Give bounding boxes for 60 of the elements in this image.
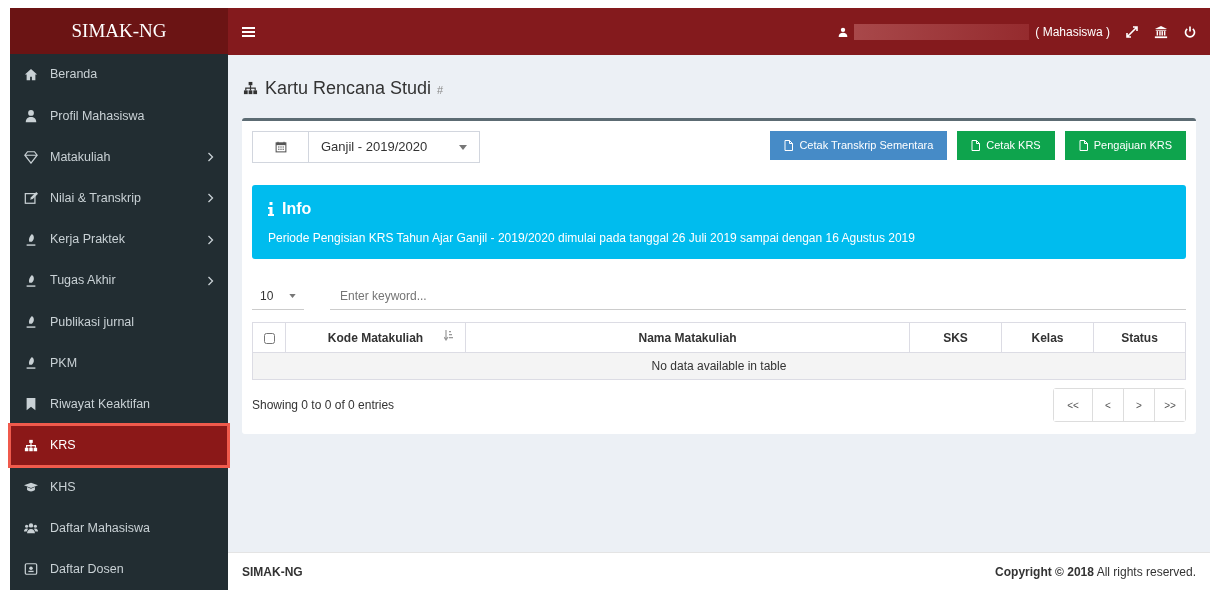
alert-title: Info: [282, 199, 312, 219]
file-icon: [784, 140, 794, 151]
sidebar-item[interactable]: Daftar Mahasiswa: [10, 507, 228, 549]
users-icon: [24, 521, 38, 536]
sidebar-item[interactable]: Profil Mahasiswa: [10, 95, 228, 137]
sidebar-item[interactable]: Tugas Akhir: [10, 260, 228, 302]
sidebar-item[interactable]: Nilai & Transkrip: [10, 177, 228, 219]
column-header[interactable]: SKS: [909, 322, 1002, 353]
sitemap-icon: [24, 438, 38, 453]
power-icon: [1184, 25, 1196, 38]
empty-table-message: No data available in table: [252, 352, 1186, 380]
page-title: Kartu Rencana Studi: [265, 77, 432, 100]
page-subtitle: #: [437, 83, 444, 99]
pagination-button[interactable]: >>: [1154, 389, 1185, 421]
sidebar-item[interactable]: Kerja Praktek: [10, 219, 228, 261]
caret-down-icon: [459, 144, 467, 150]
sidebar-item[interactable]: KRS: [10, 425, 228, 467]
select-all-checkbox[interactable]: [263, 332, 275, 344]
expand-icon: [1126, 25, 1138, 38]
user-icon: [838, 25, 849, 38]
pen-icon: [24, 315, 38, 330]
entries-summary: Showing 0 to 0 of 0 entries: [252, 397, 395, 414]
sidebar-item[interactable]: Riwayat Keaktifan: [10, 383, 228, 426]
diamond-icon: [24, 150, 38, 165]
file-icon: [971, 140, 981, 151]
column-header[interactable]: Kelas: [1001, 322, 1094, 353]
brand-logo: SIMAK-NG: [10, 8, 228, 55]
calendar-icon: [274, 141, 287, 153]
bookmark-icon: [24, 397, 38, 412]
user-icon: [24, 108, 38, 123]
column-header[interactable]: Status: [1093, 322, 1186, 353]
sidebar-item[interactable]: KHS: [10, 466, 228, 508]
semester-select[interactable]: Ganjil - 2019/2020: [252, 131, 480, 163]
column-header[interactable]: Nama Matakuliah: [465, 322, 910, 353]
select-value: Ganjil - 2019/2020: [321, 138, 428, 157]
file-icon: [1078, 140, 1088, 151]
footer-brand: SIMAK-NG: [242, 563, 303, 581]
edit-icon: [24, 191, 38, 206]
copyright-text: Copyright © 2018 All rights reserved.: [995, 563, 1196, 581]
bank-icon: [1154, 24, 1168, 39]
pen-icon: [24, 232, 38, 247]
pen-icon: [24, 273, 38, 288]
sidebar-item[interactable]: Daftar Dosen: [10, 548, 228, 590]
caret-down-icon: [289, 294, 296, 298]
pen-icon: [24, 356, 38, 371]
home-icon: [24, 67, 38, 82]
info-icon: [268, 202, 274, 216]
id-card-icon: [24, 562, 38, 577]
column-header[interactable]: Kode Matakuliah: [285, 322, 466, 353]
user-role: ( Mahasiswa ): [1035, 23, 1110, 41]
menu-icon: [242, 25, 255, 38]
page-size-select[interactable]: 10: [252, 283, 304, 310]
sidebar-item[interactable]: Beranda: [10, 54, 228, 96]
alert-text: Periode Pengisian KRS Tahun Ajar Ganjil - 2019/2020 dimulai pada tanggal 26 Juli 2019 sampai dengan 16 Agustus 2019: [268, 230, 916, 247]
sidebar-item[interactable]: PKM: [10, 342, 228, 384]
sidebar-item[interactable]: Matakuliah: [10, 136, 228, 178]
action-button[interactable]: Cetak Transkrip Sementara: [770, 131, 948, 160]
select-value: 10: [260, 288, 274, 305]
sidebar-item[interactable]: Publikasi jurnal: [10, 301, 228, 343]
sitemap-icon: [242, 81, 259, 96]
